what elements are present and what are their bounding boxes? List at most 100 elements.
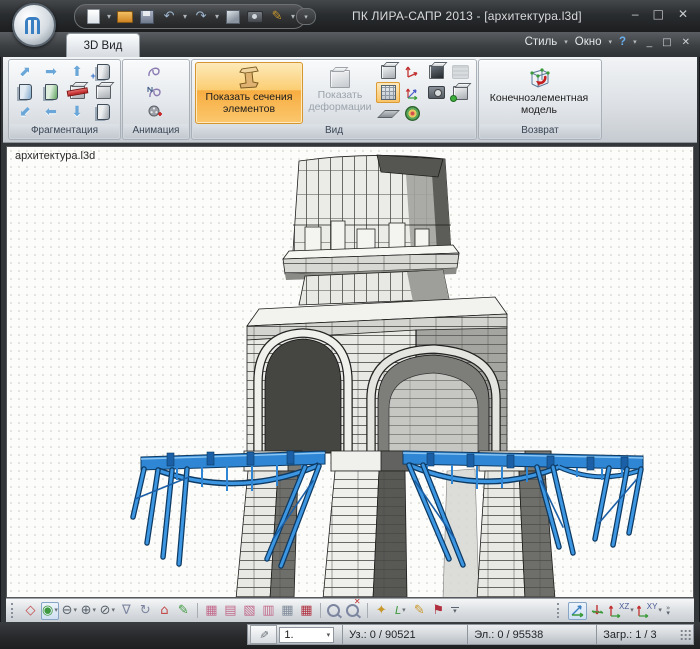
- flag-notes-button[interactable]: ⚑: [430, 602, 447, 620]
- fragment-green-book-button[interactable]: [38, 82, 64, 102]
- mdi-minimize-button[interactable]: _: [647, 37, 653, 48]
- style-caret-icon[interactable]: ▾: [564, 38, 568, 46]
- show-deformation-button[interactable]: Показать деформации: [307, 62, 373, 124]
- filter-button[interactable]: ∇: [118, 602, 135, 620]
- cancel-x-icon: ✕: [354, 598, 361, 606]
- axes-red-button[interactable]: [400, 61, 424, 82]
- minimize-button[interactable]: –: [632, 7, 639, 21]
- pack-model-button[interactable]: [225, 9, 241, 25]
- model-3d-view: [7, 147, 694, 598]
- fragment-blue-book-button[interactable]: [12, 82, 38, 102]
- isometric-view-button[interactable]: [568, 602, 587, 620]
- paint-select-button[interactable]: ✎: [175, 602, 192, 620]
- pen-select-caret-icon: ▾: [112, 607, 116, 614]
- axes-red-icon: [404, 64, 420, 80]
- add-fragment-button[interactable]: +: [90, 62, 116, 82]
- pen-select-button[interactable]: ⊘▾: [99, 602, 116, 620]
- fragment-right-button[interactable]: ➡: [38, 62, 64, 82]
- zoom-cancel-button[interactable]: ✕: [345, 602, 362, 620]
- redo-button[interactable]: ↷: [193, 9, 209, 25]
- tower-drum: [293, 155, 451, 251]
- xz-view-button[interactable]: XZ ▾: [608, 602, 634, 620]
- fragment-down-left-button[interactable]: ⬋: [12, 102, 38, 122]
- projection-button[interactable]: [424, 82, 448, 103]
- axes-rgb-button[interactable]: [400, 82, 424, 103]
- select-caret-icon: ▾: [54, 607, 58, 614]
- deselect-button[interactable]: ⊖▾: [61, 602, 78, 620]
- fragment-up-right-button[interactable]: ⬈: [12, 62, 38, 82]
- lira-logo-icon[interactable]: [12, 3, 56, 47]
- xy-view-button[interactable]: XY ▾: [636, 602, 662, 620]
- mdi-restore-button[interactable]: □: [662, 37, 671, 48]
- animation-record-button[interactable]: [142, 102, 168, 122]
- toolbar-overflow-button[interactable]: ▾: [451, 607, 459, 614]
- menu-window[interactable]: Окно: [575, 36, 602, 48]
- select-nodes-button[interactable]: ◉▾: [41, 602, 59, 620]
- open-folder-icon: [117, 11, 133, 23]
- snapshot-button[interactable]: [247, 9, 263, 25]
- toolbar-grip[interactable]: [11, 603, 17, 618]
- fragment-down-button[interactable]: ⬇: [64, 102, 90, 122]
- toolbar2-overflow-button[interactable]: »▾: [666, 606, 670, 616]
- help-caret-icon[interactable]: ▾: [633, 38, 637, 46]
- render-quality-button[interactable]: [400, 103, 424, 124]
- select-box-button[interactable]: ▦: [203, 602, 220, 620]
- restore-model-button[interactable]: [90, 82, 116, 102]
- dark-view-button[interactable]: [424, 61, 448, 82]
- polyfilter-button[interactable]: ◇: [22, 602, 39, 620]
- open-button[interactable]: [117, 9, 133, 25]
- node-view-button[interactable]: [448, 82, 472, 103]
- plus-glyph: +: [91, 71, 96, 81]
- undo-button[interactable]: ↶: [161, 9, 177, 25]
- pencil-button[interactable]: ✎: [411, 602, 428, 620]
- target-rings-icon: [405, 106, 420, 121]
- wireframe-view-button[interactable]: [376, 82, 400, 103]
- length-button[interactable]: L▾: [392, 602, 409, 620]
- select-grid-button[interactable]: ▦: [279, 602, 296, 620]
- cut-plane-button[interactable]: [64, 82, 90, 102]
- close-button[interactable]: ✕: [678, 7, 688, 21]
- add-select-button[interactable]: ⊕▾: [80, 602, 97, 620]
- maximize-button[interactable]: □: [653, 7, 664, 21]
- new-document-button[interactable]: [85, 9, 101, 25]
- status-pen-button[interactable]: ✎: [250, 625, 277, 644]
- help-button[interactable]: ?: [619, 36, 626, 48]
- select-box3-button[interactable]: ▧: [241, 602, 258, 620]
- redo-caret-icon[interactable]: ▾: [215, 9, 219, 25]
- zoom-button[interactable]: [326, 602, 343, 620]
- window-caret-icon[interactable]: ▾: [609, 38, 613, 46]
- new-caret-icon[interactable]: ▾: [107, 9, 111, 25]
- feather-caret-icon[interactable]: ▾: [291, 9, 295, 25]
- menu-style[interactable]: Стиль: [525, 36, 558, 48]
- select-table-button[interactable]: ▦: [298, 602, 315, 620]
- animation-path-button[interactable]: [142, 62, 168, 82]
- feather-tools-button[interactable]: ✎: [269, 9, 285, 25]
- select-box2-button[interactable]: ▤: [222, 602, 239, 620]
- fragment-book-button[interactable]: [90, 102, 116, 122]
- plane-view-button[interactable]: [376, 103, 400, 124]
- select-box4-button[interactable]: ▥: [260, 602, 277, 620]
- fragment-left-button[interactable]: ⬅: [38, 102, 64, 122]
- top-view-button[interactable]: [589, 602, 606, 620]
- toolbar-grip[interactable]: [557, 603, 563, 618]
- animation-path-n-button[interactable]: [142, 82, 168, 102]
- iso-axes-icon: [569, 603, 586, 618]
- rotate-selection-button[interactable]: ↻: [137, 602, 154, 620]
- combo-caret-icon: ▾: [327, 631, 331, 639]
- torch-button[interactable]: ✦: [373, 602, 390, 620]
- mode-combo[interactable]: 1.▾: [279, 627, 334, 643]
- model-viewport[interactable]: архитектура.l3d: [6, 146, 694, 598]
- tab-3d-view[interactable]: 3D Вид: [66, 33, 140, 58]
- element-select-button[interactable]: ⌂: [156, 602, 173, 620]
- mdi-close-button[interactable]: ✕: [682, 37, 690, 48]
- fe-model-button[interactable]: Конечноэлементная модель: [483, 62, 595, 124]
- show-sections-button[interactable]: Показать сечения элементов: [195, 62, 303, 124]
- solid-view-button[interactable]: [376, 61, 400, 82]
- undo-caret-icon[interactable]: ▾: [183, 9, 187, 25]
- resize-grip[interactable]: [680, 629, 692, 641]
- save-button[interactable]: [139, 9, 155, 25]
- fragment-up-button[interactable]: ⬆: [64, 62, 90, 82]
- xz-label: XZ: [619, 603, 629, 611]
- show-deformation-label: Показать деформации: [307, 89, 373, 113]
- customize-quick-access-button[interactable]: ▾: [296, 8, 316, 25]
